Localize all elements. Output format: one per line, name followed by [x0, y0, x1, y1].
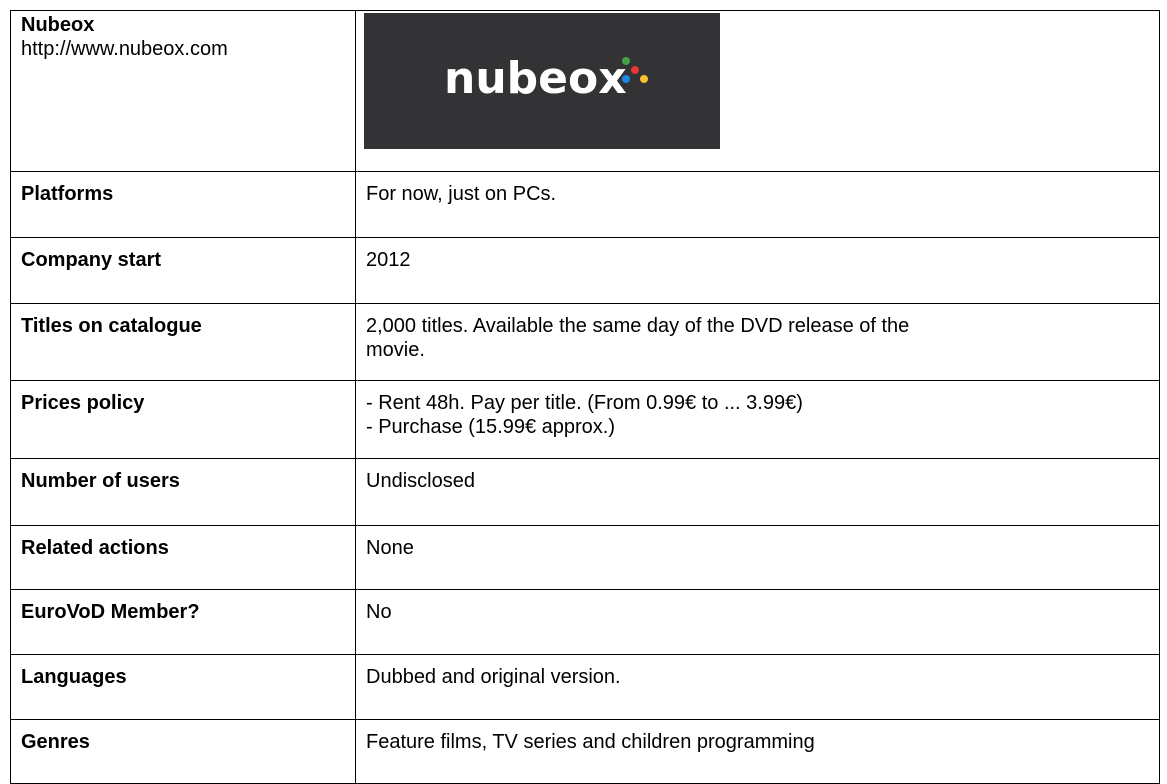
- table-row: Genres Feature films, TV series and chil…: [10, 719, 1160, 784]
- table-row: Titles on catalogue 2,000 titles. Availa…: [10, 303, 1160, 381]
- value-line: None: [366, 537, 414, 559]
- value-line: Undisclosed: [366, 470, 475, 492]
- value-line: movie.: [366, 339, 425, 361]
- info-table: Nubeox http://www.nubeox.com nubeox Plat…: [10, 10, 1160, 784]
- value-line: - Purchase (15.99€ approx.): [366, 416, 616, 438]
- table-row: Prices policy - Rent 48h. Pay per title.…: [10, 380, 1160, 459]
- row-value-genres: Feature films, TV series and children pr…: [355, 719, 1160, 784]
- table-row: Platforms For now, just on PCs.: [10, 171, 1160, 238]
- row-value-eurovod: No: [355, 589, 1160, 655]
- logo-cell: nubeox: [355, 10, 1160, 172]
- logo-wordmark: nubeox: [444, 53, 627, 104]
- value-line: 2012: [366, 249, 411, 271]
- value-line: No: [366, 601, 392, 623]
- value-line: - Rent 48h. Pay per title. (From 0.99€ t…: [366, 392, 803, 414]
- value-line: Dubbed and original version.: [366, 666, 621, 688]
- value-line: Feature films, TV series and children pr…: [366, 731, 815, 753]
- row-label-related-actions: Related actions: [10, 525, 356, 590]
- table-row: Related actions None: [10, 525, 1160, 590]
- value-line: 2,000 titles. Available the same day of …: [366, 315, 910, 337]
- row-label-languages: Languages: [10, 654, 356, 720]
- brand-url: http://www.nubeox.com: [21, 38, 228, 60]
- row-value-company-start: 2012: [355, 237, 1160, 304]
- table-row: Languages Dubbed and original version.: [10, 654, 1160, 720]
- table-row-header: Nubeox http://www.nubeox.com nubeox: [10, 10, 1160, 172]
- logo-dot-red: [631, 66, 639, 74]
- nubeox-logo: nubeox: [364, 13, 720, 149]
- row-label-company-start: Company start: [10, 237, 356, 304]
- table-row: Number of users Undisclosed: [10, 458, 1160, 526]
- logo-dot-yellow: [640, 75, 648, 83]
- logo-dot-green: [622, 57, 630, 65]
- row-label-prices: Prices policy: [10, 380, 356, 459]
- row-value-languages: Dubbed and original version.: [355, 654, 1160, 720]
- row-value-platforms: For now, just on PCs.: [355, 171, 1160, 238]
- row-value-users: Undisclosed: [355, 458, 1160, 526]
- row-value-related-actions: None: [355, 525, 1160, 590]
- nubeox-logo-graphic: nubeox: [444, 53, 648, 104]
- row-value-titles: 2,000 titles. Available the same day of …: [355, 303, 1160, 381]
- row-value-prices: - Rent 48h. Pay per title. (From 0.99€ t…: [355, 380, 1160, 459]
- row-label-eurovod: EuroVoD Member?: [10, 589, 356, 655]
- value-line: For now, just on PCs.: [366, 183, 557, 205]
- row-label-titles: Titles on catalogue: [10, 303, 356, 381]
- table-row: Company start 2012: [10, 237, 1160, 304]
- brand-cell: Nubeox http://www.nubeox.com: [10, 10, 356, 172]
- row-label-platforms: Platforms: [10, 171, 356, 238]
- table-row: EuroVoD Member? No: [10, 589, 1160, 655]
- brand-name: Nubeox: [21, 14, 95, 36]
- row-label-users: Number of users: [10, 458, 356, 526]
- logo-dot-blue: [622, 75, 630, 83]
- row-label-genres: Genres: [10, 719, 356, 784]
